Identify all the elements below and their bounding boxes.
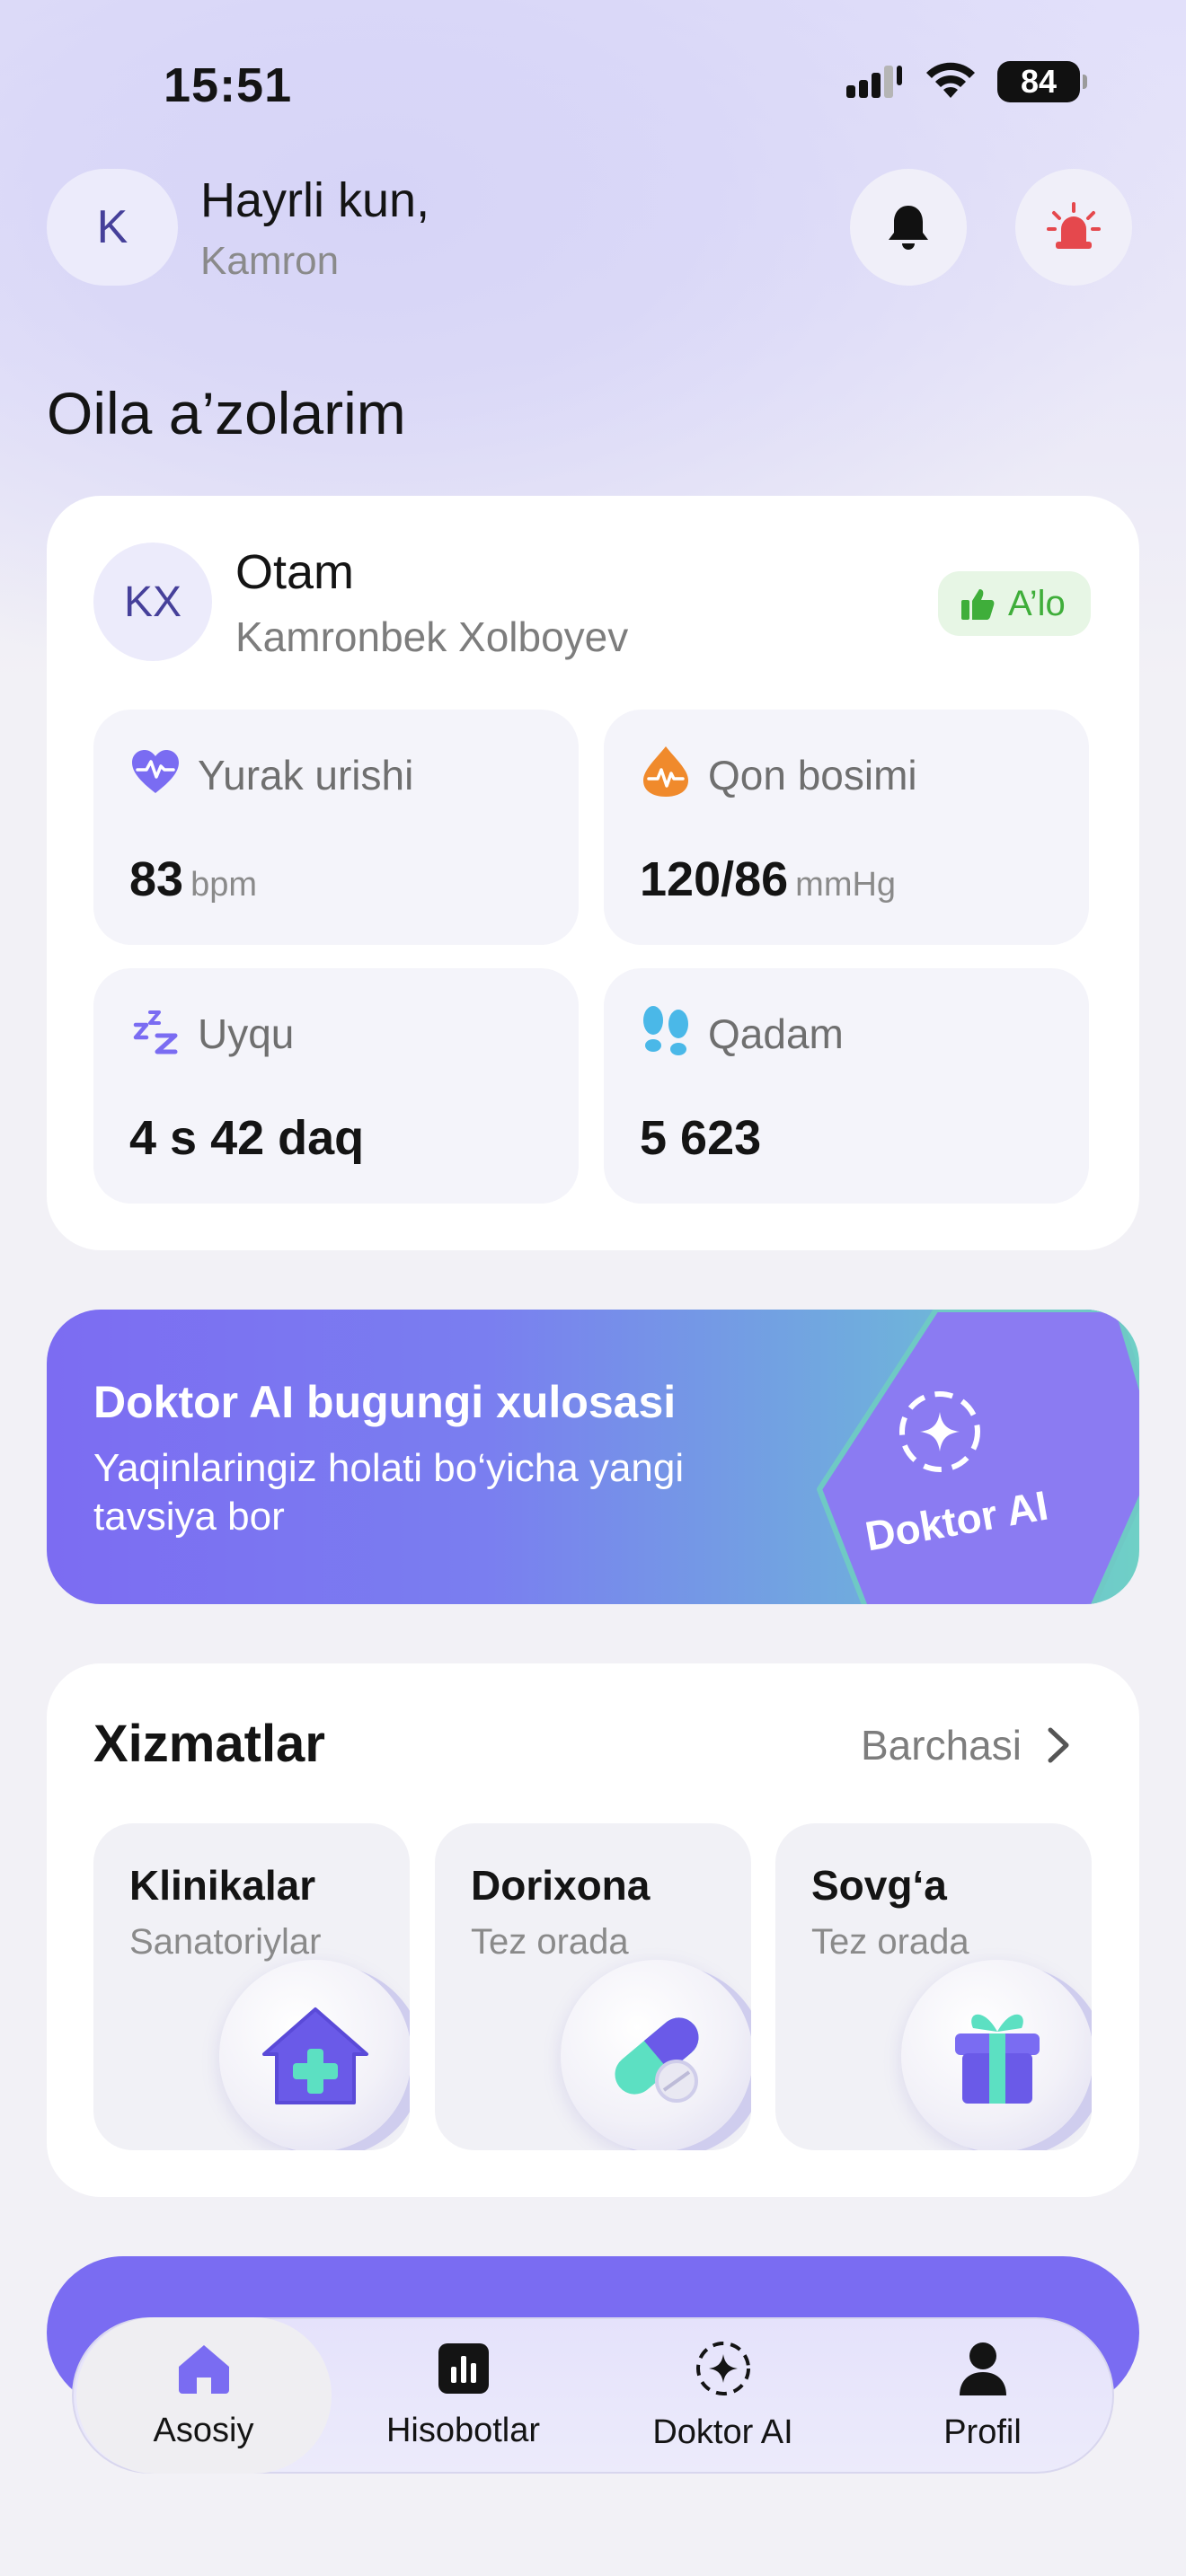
metric-steps[interactable]: Qadam 5 623 — [604, 968, 1089, 1204]
status-icons: 84 — [845, 61, 1087, 102]
ai-sparkle-icon — [895, 1387, 985, 1481]
tab-label: Asosiy — [153, 2411, 254, 2449]
service-pharmacy[interactable]: Dorixona Tez orada — [435, 1823, 751, 2150]
footsteps-icon — [640, 1004, 692, 1056]
blood-drop-icon — [640, 745, 692, 798]
battery-indicator: 84 — [997, 61, 1087, 102]
person-icon — [959, 2342, 1006, 2395]
tab-doctor-ai[interactable]: Doktor AI — [596, 2317, 851, 2474]
ai-sparkle-icon — [695, 2341, 750, 2395]
tab-label: Profil — [943, 2413, 1022, 2451]
service-subtitle: Sanatoriylar — [129, 1922, 322, 1962]
gift-icon — [901, 1960, 1092, 2150]
member-avatar: KX — [93, 543, 212, 661]
services-title: Xizmatlar — [93, 1715, 325, 1773]
sleep-zzz-icon — [129, 1004, 181, 1056]
ai-banner-title: Doktor AI bugungi xulosasi — [93, 1377, 677, 1427]
cellular-signal-icon — [846, 66, 902, 98]
metric-blood-pressure[interactable]: Qon bosimi 120/86 mmHg — [604, 710, 1089, 945]
metric-value: 120/86 mmHg — [640, 852, 897, 906]
service-title: Dorixona — [471, 1862, 651, 1909]
chevron-right-icon — [1048, 1727, 1069, 1763]
ai-banner-subtitle: Yaqinlaringiz holati bo‘yicha yangi tavs… — [93, 1446, 685, 1539]
avatar[interactable]: K — [47, 169, 178, 286]
metric-label: Qon bosimi — [708, 752, 917, 798]
service-clinics[interactable]: Klinikalar Sanatoriylar — [93, 1823, 410, 2150]
tab-home[interactable]: Asosiy — [75, 2317, 332, 2474]
notifications-button[interactable] — [850, 169, 967, 286]
user-name: Kamron — [200, 239, 340, 283]
see-all-link[interactable]: Barchasi — [861, 1721, 1070, 1769]
metric-label: Yurak urishi — [198, 752, 414, 798]
service-gift[interactable]: Sovg‘a Tez orada — [775, 1823, 1092, 2150]
metric-value: 83 bpm — [129, 852, 257, 906]
emergency-button[interactable] — [1015, 169, 1132, 286]
siren-icon — [1047, 202, 1101, 249]
service-subtitle: Tez orada — [811, 1922, 969, 1962]
tab-label: Hisobotlar — [385, 2411, 541, 2449]
status-badge: A’lo — [938, 571, 1091, 636]
metric-heart-rate[interactable]: Yurak urishi 83 bpm — [93, 710, 579, 945]
tab-profile[interactable]: Profil — [855, 2317, 1111, 2474]
pill-icon — [561, 1960, 751, 2150]
family-section-title: Oila a’zolarim — [47, 380, 406, 446]
tab-label: Doktor AI — [652, 2413, 793, 2451]
tab-reports[interactable]: Hisobotlar — [336, 2317, 591, 2474]
home-icon — [178, 2344, 229, 2394]
greeting: Hayrli kun, — [200, 173, 430, 227]
wifi-icon — [926, 62, 975, 98]
heart-pulse-icon — [129, 745, 181, 798]
metric-label: Uyqu — [198, 1010, 295, 1057]
metric-value: 5 623 — [640, 1111, 762, 1165]
ai-summary-banner[interactable]: Doktor AI Doktor AI bugungi xulosasi Yaq… — [47, 1310, 1139, 1604]
metric-label: Qadam — [708, 1010, 844, 1057]
bell-icon — [889, 206, 928, 250]
status-badge-label: A’lo — [1008, 583, 1066, 623]
see-all-label: Barchasi — [861, 1722, 1022, 1769]
member-full-name: Kamronbek Xolboyev — [235, 613, 629, 660]
member-role: Otam — [235, 545, 355, 599]
service-title: Sovg‘a — [811, 1862, 947, 1909]
status-time: 15:51 — [164, 58, 293, 112]
service-subtitle: Tez orada — [471, 1922, 629, 1962]
service-title: Klinikalar — [129, 1862, 316, 1909]
metric-value: 4 s 42 daq — [129, 1111, 365, 1165]
metric-sleep[interactable]: Uyqu 4 s 42 daq — [93, 968, 579, 1204]
chart-icon — [438, 2342, 489, 2394]
clinic-house-icon — [219, 1960, 410, 2150]
tab-bar: Asosiy Hisobotlar Doktor AI Profil — [72, 2317, 1114, 2474]
thumbs-up-icon — [961, 589, 995, 620]
